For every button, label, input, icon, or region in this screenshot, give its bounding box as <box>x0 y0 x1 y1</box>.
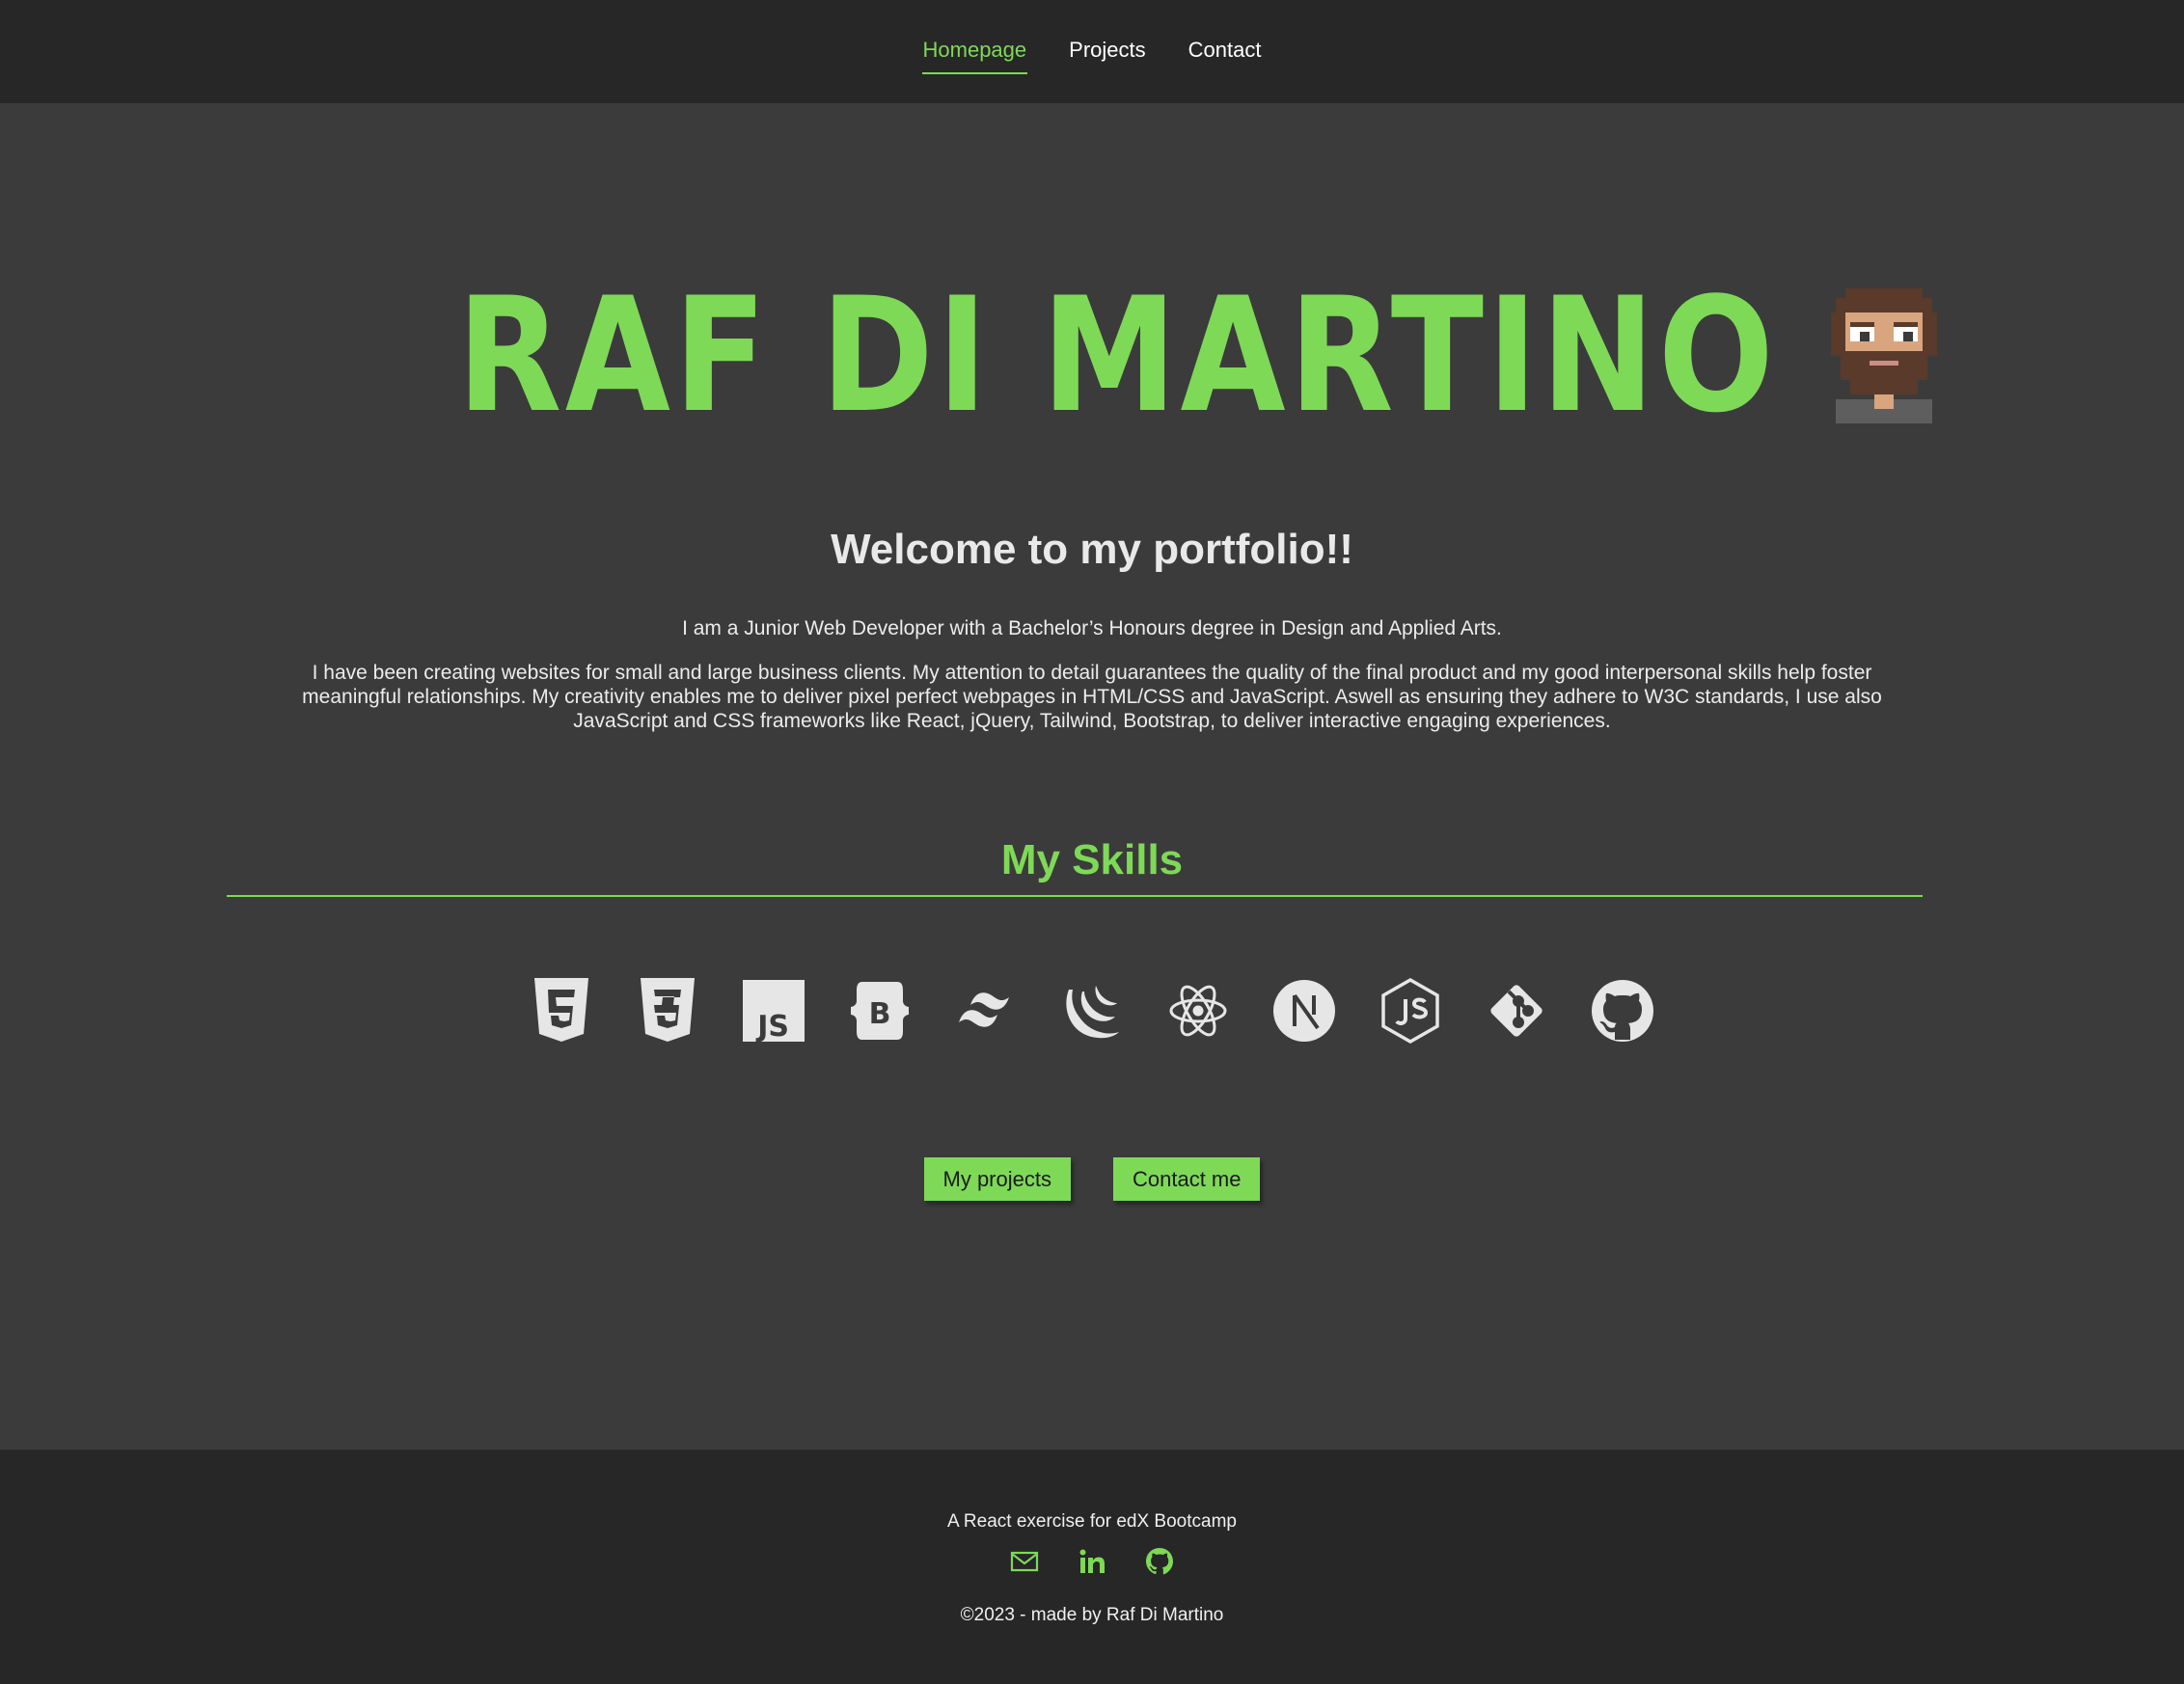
footer: A React exercise for edX Bootcamp ©2023 … <box>0 1450 2184 1684</box>
github-icon[interactable] <box>1144 1546 1175 1577</box>
intro-text: I am a Junior Web Developer with a Bache… <box>682 617 1502 639</box>
html5-icon <box>529 976 594 1046</box>
contact-me-button[interactable]: Contact me <box>1112 1157 1261 1201</box>
git-icon <box>1484 976 1549 1046</box>
hero-title: RAF DI MARTINO <box>457 263 1778 448</box>
my-projects-button[interactable]: My projects <box>923 1157 1071 1201</box>
svg-text:JS: JS <box>755 1010 789 1044</box>
cta-row: My projects Contact me <box>0 1157 2184 1201</box>
nextjs-icon <box>1271 976 1337 1046</box>
tailwind-icon <box>953 976 1019 1046</box>
main-content: RAF DI MARTINO Welcome to my portfolio!!… <box>0 103 2184 1450</box>
javascript-icon: JS <box>741 976 806 1046</box>
skills-divider <box>227 895 1923 897</box>
social-links <box>0 1546 2184 1577</box>
linkedin-icon[interactable] <box>1077 1546 1107 1577</box>
footer-note: A React exercise for edX Bootcamp <box>947 1511 1237 1532</box>
nav-link-projects[interactable]: Projects <box>1068 30 1146 74</box>
jquery-icon <box>1059 976 1125 1046</box>
nav-link-contact[interactable]: Contact <box>1188 30 1263 74</box>
github-icon <box>1590 976 1655 1046</box>
css3-icon <box>635 976 700 1046</box>
bootstrap-icon: B <box>847 976 913 1046</box>
skills-icon-row: JS B <box>0 976 2184 1046</box>
skills-title: My Skills <box>1000 836 1184 883</box>
nav-link-homepage[interactable]: Homepage <box>921 30 1028 74</box>
top-navbar: Homepage Projects Contact <box>0 0 2184 103</box>
react-icon <box>1165 976 1231 1046</box>
hero: RAF DI MARTINO <box>0 277 2184 435</box>
copyright: ©2023 - made by Raf Di Martino <box>960 1605 1224 1625</box>
email-icon[interactable] <box>1009 1546 1040 1577</box>
svg-text:B: B <box>869 997 891 1031</box>
pixel-avatar-icon <box>1830 288 1937 423</box>
nodejs-icon <box>1378 976 1443 1046</box>
welcome-title: Welcome to my portfolio!! <box>831 526 1353 573</box>
bio-text: I have been creating websites for small … <box>302 662 1882 732</box>
